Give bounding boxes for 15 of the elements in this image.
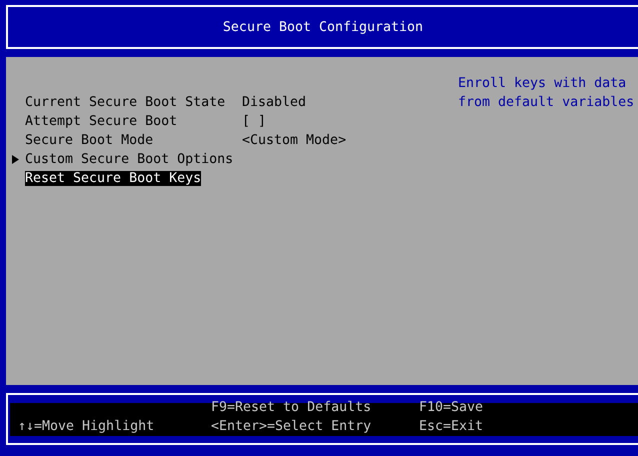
window-title: Secure Boot Configuration: [222, 18, 424, 36]
help-text: Enroll keys with data from default variables: [458, 75, 634, 112]
menu-item[interactable]: Reset Secure Boot Keys: [25, 171, 202, 186]
key-hint: Esc=Exit: [419, 418, 484, 436]
key-hint: F10=Save: [419, 399, 484, 417]
setting-value[interactable]: <Custom Mode>: [242, 131, 346, 150]
key-hint: <Enter>=Select Entry: [211, 418, 372, 436]
menu-item[interactable]: Current Secure Boot State: [25, 95, 226, 110]
key-hint: ↑↓=Move Highlight: [18, 418, 156, 436]
menu-item[interactable]: Custom Secure Boot Options: [25, 152, 234, 167]
setting-value[interactable]: Disabled: [242, 93, 306, 112]
setting-value[interactable]: [ ]: [242, 112, 266, 131]
key-hint: F9=Reset to Defaults: [211, 399, 372, 417]
menu-item[interactable]: Secure Boot Mode: [25, 133, 154, 148]
menu-item[interactable]: Attempt Secure Boot: [25, 114, 178, 129]
